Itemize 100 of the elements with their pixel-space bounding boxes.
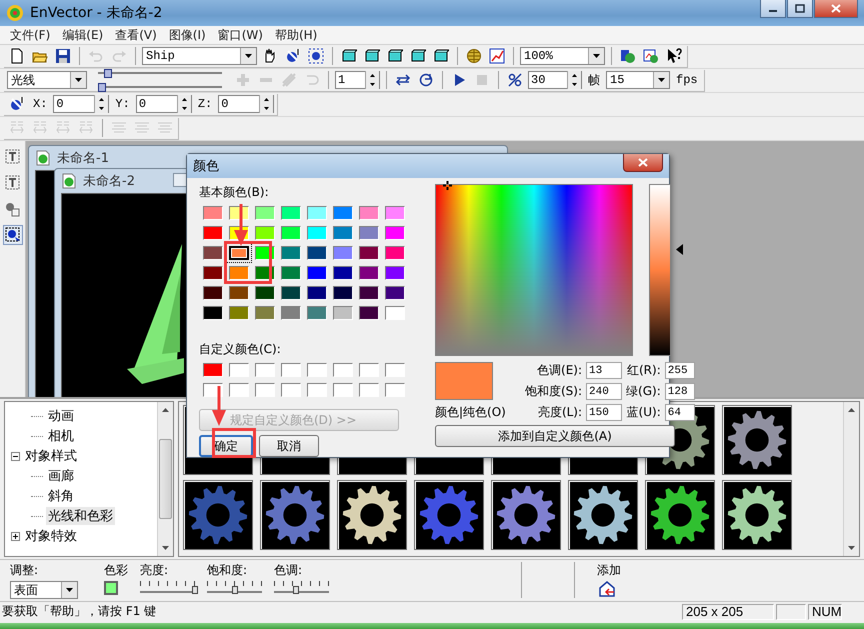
- close-button[interactable]: [623, 154, 663, 172]
- tree-item[interactable]: 光线和色彩: [46, 507, 115, 525]
- slider[interactable]: [274, 581, 329, 595]
- color-swatch[interactable]: [307, 306, 327, 320]
- color-swatch[interactable]: [333, 246, 353, 260]
- color-swatch[interactable]: [255, 306, 275, 320]
- slider-thumb[interactable]: [293, 586, 299, 594]
- save-icon[interactable]: [53, 46, 73, 66]
- dropdown[interactable]: 表面: [10, 581, 78, 599]
- tree-item[interactable]: 画廊: [46, 467, 76, 485]
- color-swatch[interactable]: [385, 363, 405, 377]
- number-field[interactable]: 0: [136, 95, 192, 113]
- tree-item[interactable]: 斜角: [46, 487, 76, 505]
- maximize-icon[interactable]: [795, 4, 805, 13]
- spin-up-icon[interactable]: [99, 98, 104, 101]
- color-swatch[interactable]: [333, 266, 353, 280]
- scrollbar[interactable]: [843, 402, 859, 556]
- color-swatch[interactable]: [359, 266, 379, 280]
- color-swatch[interactable]: [229, 363, 249, 377]
- dropdown-arrow-icon[interactable]: [245, 54, 252, 58]
- number-field[interactable]: 64: [664, 404, 695, 421]
- spin-down-icon[interactable]: [99, 107, 104, 110]
- color-swatch[interactable]: [281, 383, 301, 397]
- number-field[interactable]: 0: [53, 95, 110, 113]
- dropdown-arrow-icon[interactable]: [658, 78, 665, 82]
- scroll-down-icon[interactable]: [848, 546, 855, 550]
- menu-item[interactable]: 查看(V): [109, 26, 163, 44]
- spin-down-icon[interactable]: [370, 83, 375, 86]
- spin-down-icon[interactable]: [264, 107, 270, 110]
- select-icon[interactable]: [2, 225, 22, 245]
- chart-icon[interactable]: [487, 46, 507, 66]
- dropdown-arrow-icon[interactable]: [66, 588, 73, 592]
- dropdown[interactable]: 100%: [520, 47, 605, 65]
- scroll-up-icon[interactable]: [848, 408, 855, 412]
- minimize-button[interactable]: [760, 0, 786, 18]
- slider[interactable]: [140, 581, 195, 595]
- color-swatch[interactable]: [333, 383, 353, 397]
- color-swatch[interactable]: [281, 286, 301, 300]
- color-swatch[interactable]: [307, 246, 327, 260]
- color-spectrum[interactable]: [435, 184, 633, 356]
- dropdown-arrow-icon[interactable]: [75, 78, 82, 82]
- dropdown[interactable]: 光线: [7, 71, 87, 89]
- color-swatch[interactable]: [307, 383, 327, 397]
- color-swatch[interactable]: [255, 226, 275, 240]
- close-icon[interactable]: [831, 4, 841, 13]
- spin-up-icon[interactable]: [182, 98, 187, 101]
- dropdown[interactable]: Ship: [142, 47, 257, 65]
- number-field[interactable]: 30: [528, 71, 582, 89]
- color-swatch[interactable]: [203, 266, 223, 280]
- color-swatch[interactable]: [255, 286, 275, 300]
- color-swatch[interactable]: [281, 363, 301, 377]
- color-swatch[interactable]: [333, 306, 353, 320]
- color-swatch[interactable]: [333, 286, 353, 300]
- color-swatch[interactable]: [385, 206, 405, 220]
- color-swatch[interactable]: [307, 226, 327, 240]
- color-swatch[interactable]: [385, 246, 405, 260]
- expand-icon[interactable]: [11, 532, 20, 540]
- luminance-pointer-icon[interactable]: [676, 244, 683, 255]
- color-swatch[interactable]: [203, 226, 223, 240]
- color-swatch[interactable]: [229, 306, 249, 320]
- scroll-up-icon[interactable]: [162, 408, 169, 412]
- color-swatch[interactable]: [359, 286, 379, 300]
- spin-down-icon[interactable]: [182, 107, 187, 110]
- crosshair-icon[interactable]: [442, 181, 452, 190]
- color-swatch[interactable]: [333, 206, 353, 220]
- color-swatch[interactable]: [385, 286, 405, 300]
- collapse-icon[interactable]: [11, 452, 20, 460]
- target-icon[interactable]: [306, 46, 326, 66]
- color-swatch[interactable]: [203, 246, 223, 260]
- color-swatch[interactable]: [359, 363, 379, 377]
- spin-down-icon[interactable]: [572, 83, 577, 86]
- color-swatch[interactable]: [359, 306, 379, 320]
- menu-item[interactable]: 图像(I): [162, 26, 212, 44]
- color-swatch[interactable]: [359, 383, 379, 397]
- color-swatch[interactable]: [229, 266, 249, 280]
- color-swatch[interactable]: [281, 206, 301, 220]
- color-swatch[interactable]: [385, 306, 405, 320]
- menu-item[interactable]: 帮助(H): [268, 26, 324, 44]
- scrollbar[interactable]: [157, 402, 173, 556]
- tree-item[interactable]: 相机: [46, 427, 76, 445]
- color-swatch[interactable]: [104, 581, 118, 595]
- color-swatch[interactable]: [307, 286, 327, 300]
- color-swatch[interactable]: [203, 286, 223, 300]
- color-swatch[interactable]: [333, 226, 353, 240]
- color-swatch[interactable]: [203, 206, 223, 220]
- color-swatch[interactable]: [307, 266, 327, 280]
- dropdown-arrow-icon[interactable]: [593, 54, 600, 58]
- color-swatch[interactable]: [281, 246, 301, 260]
- scroll-down-icon[interactable]: [162, 546, 169, 550]
- color-swatch[interactable]: [281, 306, 301, 320]
- color-swatch[interactable]: [255, 206, 275, 220]
- spin-up-icon[interactable]: [370, 74, 375, 77]
- color-swatch[interactable]: [281, 266, 301, 280]
- globe-icon[interactable]: [464, 46, 484, 66]
- menu-item[interactable]: 编辑(E): [56, 26, 110, 44]
- tree-item[interactable]: 动画: [46, 407, 76, 425]
- menu-item[interactable]: 文件(F): [4, 26, 56, 44]
- spin-up-icon[interactable]: [264, 98, 270, 101]
- maximize-button[interactable]: [787, 0, 813, 18]
- close-button[interactable]: [814, 0, 858, 18]
